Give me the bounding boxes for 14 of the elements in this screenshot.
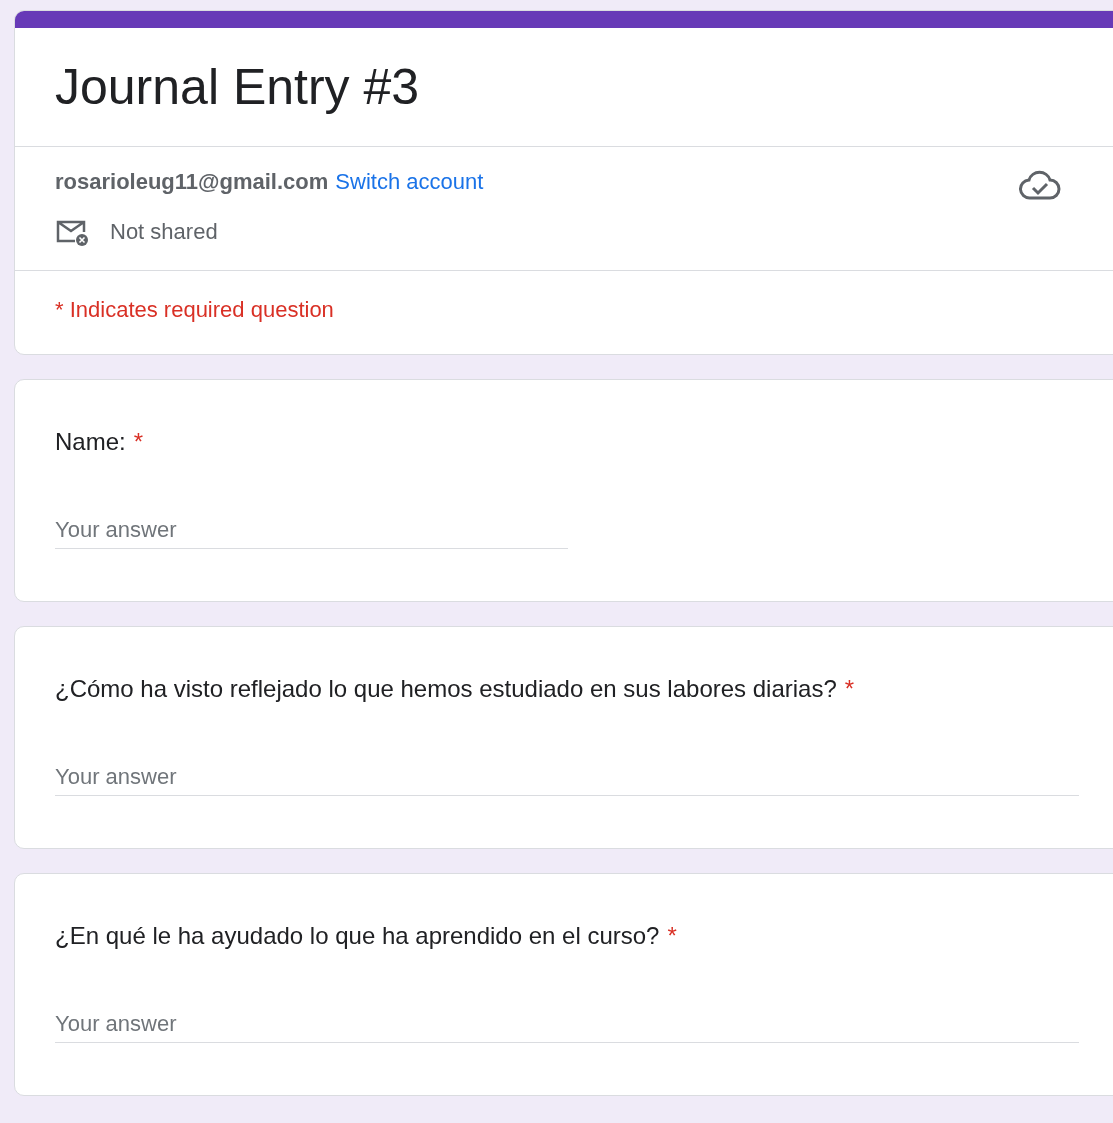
required-asterisk: *: [133, 427, 144, 457]
form-title: Journal Entry #3: [55, 58, 421, 117]
required-asterisk: *: [667, 921, 677, 951]
switch-account-link[interactable]: Switch account: [335, 167, 484, 197]
answer-field[interactable]: Your answer: [55, 1006, 1079, 1043]
answer-field[interactable]: Your answer: [55, 512, 568, 549]
question-label: ¿Cómo ha visto reflejado lo que hemos estudiado en sus labores diarias?: [55, 674, 837, 704]
question-label: ¿En qué le ha ayudado lo que ha aprendido en el curso?: [55, 921, 660, 951]
answer-field[interactable]: Your answer: [55, 759, 1079, 796]
account-email: rosarioleug11@gmail.com: [55, 168, 329, 196]
question-label: Name:: [55, 427, 126, 457]
required-note: * Indicates required question: [55, 296, 335, 324]
required-asterisk: *: [844, 674, 855, 704]
sharing-status: Not shared: [110, 218, 218, 246]
